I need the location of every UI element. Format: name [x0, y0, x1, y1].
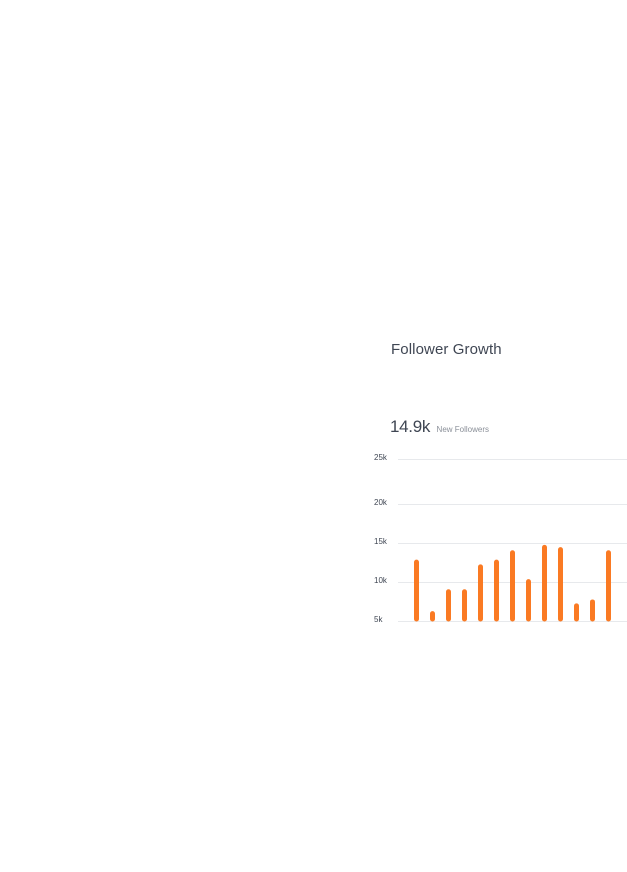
follower-growth-chart: 25k 20k 15k 10k 5k	[374, 453, 627, 624]
y-tick-label: 25k	[374, 453, 388, 462]
metric-label: New Followers	[436, 425, 490, 434]
y-tick-label: 5k	[374, 615, 383, 624]
follower-growth-card: Follower Growth 14.9k New Followers 25k 2…	[370, 330, 627, 640]
y-tick-label: 20k	[374, 498, 388, 507]
card-title: Follower Growth	[391, 341, 502, 358]
y-tick-label: 10k	[374, 576, 388, 585]
metric-summary: 14.9k New Followers	[390, 417, 489, 437]
y-tick-label: 15k	[374, 537, 388, 546]
metric-value: 14.9k	[390, 417, 431, 436]
